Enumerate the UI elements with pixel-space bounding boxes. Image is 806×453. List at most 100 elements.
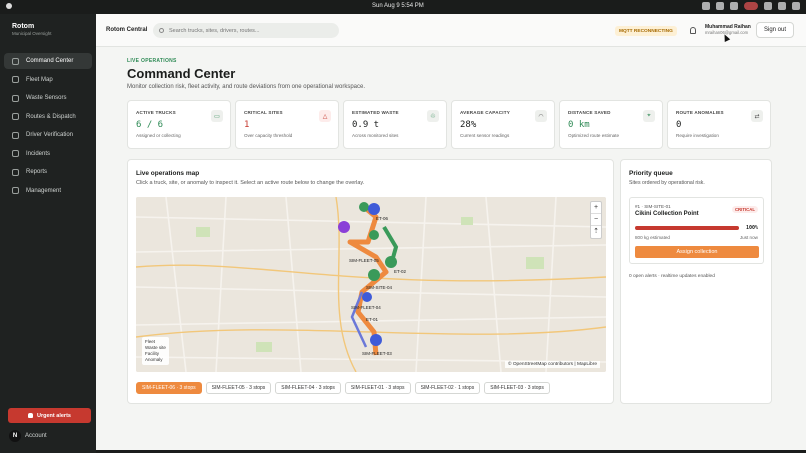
sign-out-button[interactable]: Sign out — [756, 22, 794, 38]
stat-route-anomalies: ROUTE ANOMALIES 0 Require investigation … — [667, 100, 771, 149]
sidebar-item-command-center[interactable]: Command Center — [4, 53, 92, 69]
sidebar-item-driver-verification[interactable]: Driver Verification — [4, 127, 92, 143]
assign-collection-button[interactable]: Assign collection — [635, 246, 759, 258]
stat-value: 1 — [244, 120, 250, 130]
account-label: Account — [25, 433, 47, 439]
sidebar-item-reports[interactable]: Reports — [4, 164, 92, 180]
route-button[interactable]: SIM-FLEET-03 · 3 stops — [484, 382, 550, 394]
sidebar-item-waste-sensors[interactable]: Waste Sensors — [4, 90, 92, 106]
route-selector: SIM-FLEET-06 · 3 stops SIM-FLEET-05 · 3 … — [136, 382, 550, 394]
avatar: N — [9, 430, 21, 442]
apple-icon[interactable] — [6, 3, 12, 9]
sensor-icon — [12, 94, 19, 102]
sidebar-item-label: Waste Sensors — [26, 95, 67, 101]
wifi-icon[interactable] — [764, 2, 772, 10]
warning-icon: △ — [319, 110, 331, 122]
search-input[interactable] — [169, 27, 334, 34]
stat-value: 0.9 t — [352, 120, 380, 130]
capacity-bar — [635, 226, 739, 230]
shuffle-icon: ⇄ — [751, 110, 763, 122]
map-title: Live operations map — [136, 170, 200, 177]
stat-label: ROUTE ANOMALIES — [676, 110, 724, 115]
sidebar-item-fleet-map[interactable]: Fleet Map — [4, 72, 92, 88]
page-title: Command Center — [127, 66, 236, 81]
waste-site-marker — [368, 269, 380, 281]
fleet-marker — [370, 334, 382, 346]
queue-item-name: Cikini Collection Point — [635, 211, 699, 217]
pen-icon[interactable] — [716, 2, 724, 10]
map-canvas[interactable]: ET-06 SIM-FLEET-05 ET-02 SIM-SITE-04 SIM… — [136, 197, 606, 372]
stat-caption: Assigned or collecting — [136, 133, 181, 138]
main-content: Rotom Central MQTT RECONNECTING Muhammad… — [96, 14, 806, 450]
anomaly-marker — [338, 221, 350, 233]
user-info[interactable]: Muhammad Raihan mraihan06@gmail.com — [705, 24, 751, 35]
queue-description: Sites ordered by operational risk. — [629, 180, 705, 186]
sidebar-item-incidents[interactable]: Incidents — [4, 146, 92, 162]
grid-icon — [12, 57, 19, 65]
capacity-bar-fill — [635, 226, 739, 230]
stat-value: 0 km — [568, 120, 590, 130]
control-center-icon[interactable] — [792, 2, 800, 10]
section-eyebrow: LIVE OPERATIONS — [127, 58, 177, 64]
stat-value: 0 — [676, 120, 682, 130]
accessibility-icon[interactable] — [730, 2, 738, 10]
expand-icon[interactable] — [702, 2, 710, 10]
map-description: Click a truck, site, or anomaly to inspe… — [136, 180, 365, 186]
sidebar-item-label: Incidents — [26, 150, 51, 157]
estimated-weight: 800 kg estimated — [635, 235, 670, 240]
queue-item-id: #1 · SIM-SITE-01 — [635, 204, 671, 209]
account-link[interactable]: N Account — [9, 430, 47, 442]
priority-queue-card: Priority queue Sites ordered by operatio… — [620, 159, 772, 404]
menubar-clock: Sun Aug 9 5:54 PM — [372, 3, 424, 9]
id-card-icon — [12, 131, 19, 139]
status-badge: CRITICAL — [731, 206, 758, 213]
urgent-alerts-button[interactable]: Urgent alerts — [8, 408, 91, 423]
operations-map[interactable]: ET-06 SIM-FLEET-05 ET-02 SIM-SITE-04 SIM… — [136, 197, 606, 372]
sidebar-item-label: Driver Verification — [26, 132, 74, 138]
breadcrumb[interactable]: Rotom Central — [106, 27, 147, 33]
connection-status-badge: MQTT RECONNECTING — [615, 26, 677, 36]
route-button[interactable]: SIM-FLEET-01 · 3 stops — [344, 382, 411, 394]
live-operations-map-card: Live operations map Click a truck, site,… — [127, 159, 614, 404]
sidebar-item-label: Fleet Map — [26, 76, 53, 83]
stat-label: ESTIMATED WASTE — [352, 110, 399, 115]
queue-item[interactable]: #1 · SIM-SITE-01 Cikini Collection Point… — [629, 197, 764, 264]
route-button[interactable]: SIM-FLEET-05 · 3 stops — [205, 382, 272, 394]
stat-label: ACTIVE TRUCKS — [136, 110, 176, 115]
waste-site-marker — [359, 202, 369, 212]
sidebar-item-management[interactable]: Management — [4, 183, 92, 199]
stat-value: 6 / 6 — [136, 120, 164, 130]
search-box[interactable] — [153, 23, 339, 38]
urgent-alerts-label: Urgent alerts — [37, 412, 71, 419]
brand-name: Rotom — [12, 23, 35, 30]
zoom-out-button[interactable]: − — [591, 214, 601, 226]
zoom-in-button[interactable]: + — [591, 202, 601, 214]
stat-caption: Across monitored sites — [352, 133, 399, 138]
map-marker-label: SIM-FLEET-05 — [349, 258, 379, 263]
compass-icon[interactable]: ⇡ — [591, 226, 601, 238]
record-icon[interactable] — [744, 2, 758, 10]
stat-label: DISTANCE SAVED — [568, 110, 611, 115]
sidebar-nav: Command Center Fleet Map Waste Sensors R… — [4, 53, 92, 201]
map-legend: Fleet Waste site Facility Anomaly — [142, 337, 169, 365]
route-button[interactable]: SIM-FLEET-06 · 3 stops — [136, 382, 202, 394]
route-button[interactable]: SIM-FLEET-04 · 3 stops — [275, 382, 341, 394]
sidebar-item-label: Reports — [26, 169, 48, 175]
map-marker-label: SIM-FLEET-04 — [351, 305, 381, 310]
chart-icon — [12, 168, 19, 176]
map-attribution[interactable]: © OpenStreetMap contributors | MapLibre — [504, 361, 600, 368]
notifications-bell-icon[interactable] — [690, 27, 696, 34]
updated-time: Just now — [739, 235, 758, 240]
queue-footer: 0 open alerts · realtime updates enabled — [629, 274, 715, 279]
route-button[interactable]: SIM-FLEET-02 · 1 stops — [414, 382, 481, 394]
search-icon[interactable] — [778, 2, 786, 10]
topbar: Rotom Central MQTT RECONNECTING Muhammad… — [96, 14, 806, 47]
waste-site-marker — [369, 230, 379, 240]
sidebar-item-label: Management — [26, 187, 62, 194]
capacity-percent: 100% — [745, 225, 758, 231]
warning-icon — [12, 150, 19, 157]
sidebar-item-routes[interactable]: Routes & Dispatch — [4, 109, 92, 125]
stats-row: ACTIVE TRUCKS 6 / 6 Assigned or collecti… — [127, 100, 771, 149]
sidebar-item-label: Command Center — [26, 58, 74, 64]
stat-caption: Current sensor readings — [460, 133, 510, 138]
